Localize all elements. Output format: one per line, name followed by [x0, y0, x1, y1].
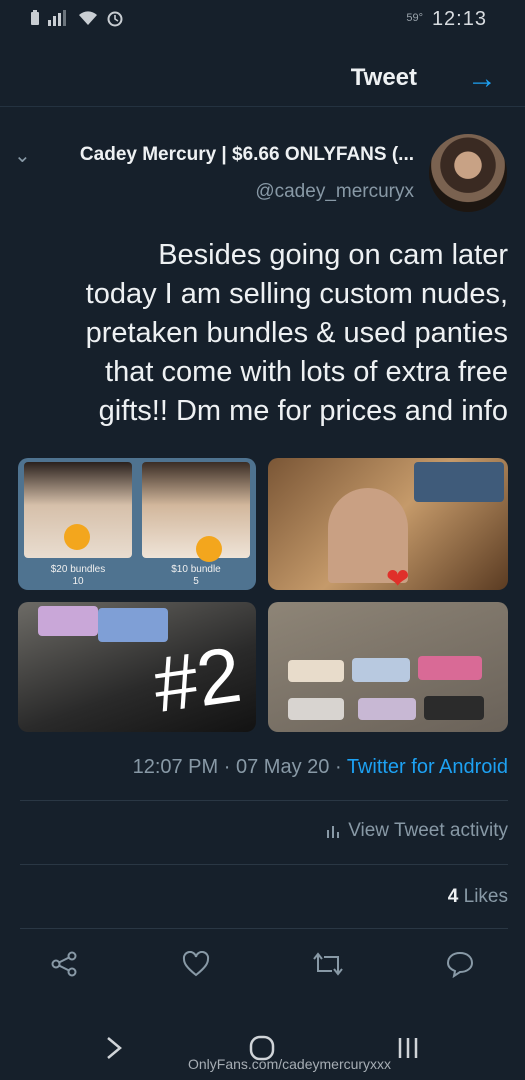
- media-panties-image-1[interactable]: #2: [18, 602, 256, 732]
- like-button[interactable]: [176, 944, 216, 984]
- tweet-line: that come with lots of extra free: [105, 356, 508, 388]
- fabric-item: [288, 698, 344, 720]
- tweet-line: Besides going on cam later: [158, 239, 508, 271]
- fire-sticker-icon: [196, 536, 222, 562]
- chevron-down-icon[interactable]: ⌄: [14, 143, 31, 168]
- tweet-meta: 12:07 PM · 07 May 20 · Twitter for Andro…: [20, 756, 508, 779]
- media-bundles-image[interactable]: $20 bundles 10 $10 bundle 5: [18, 458, 256, 590]
- tweet-time: 12:07 PM: [132, 756, 219, 778]
- bundle-label: $10 bundle: [171, 564, 221, 575]
- share-button[interactable]: [44, 944, 84, 984]
- likes-count: 4: [447, 886, 459, 907]
- heart-icon: [182, 951, 210, 977]
- likes-row[interactable]: 4 Likes: [20, 886, 508, 908]
- likes-label: Likes: [463, 886, 508, 907]
- page-title: Tweet: [350, 64, 417, 91]
- media-room-image[interactable]: ❤: [268, 458, 508, 590]
- battery-icon: [31, 10, 39, 25]
- reply-icon: [446, 951, 474, 978]
- nav-recents-button[interactable]: [388, 1028, 428, 1068]
- media-panties-image-2[interactable]: [268, 602, 508, 732]
- fabric-item: [424, 696, 484, 720]
- status-bar: 59° 12:13: [0, 0, 525, 36]
- avatar[interactable]: [429, 134, 507, 212]
- status-icons: [30, 9, 124, 27]
- back-arrow-icon[interactable]: →: [467, 62, 497, 96]
- fabric-item: [358, 698, 416, 720]
- heart-sticker-icon: ❤: [386, 563, 410, 590]
- tweet-source-link[interactable]: Twitter for Android: [347, 756, 508, 778]
- meta-separator: ·: [223, 756, 231, 778]
- bundle-count: 5: [193, 576, 199, 587]
- wifi-icon: [79, 11, 97, 25]
- reply-button[interactable]: [440, 944, 480, 984]
- alarm-icon: [107, 11, 123, 27]
- tweet-line: today I am selling custom nudes,: [85, 278, 508, 310]
- fire-sticker-icon: [64, 524, 90, 550]
- author-handle[interactable]: @cadey_mercuryx: [160, 181, 414, 203]
- tweet-date: 07 May 20: [235, 756, 330, 778]
- fabric-item: [352, 658, 410, 682]
- bundle-label: $20 bundles: [50, 564, 106, 575]
- fabric-item: [38, 606, 98, 636]
- tweet-line: gifts!! Dm me for prices and info: [98, 395, 508, 427]
- nav-back-button[interactable]: [94, 1028, 134, 1068]
- status-time: 12:13: [431, 8, 487, 30]
- hashtag-overlay: #2: [148, 630, 246, 726]
- meta-separator: ·: [334, 756, 342, 778]
- hashtag-text: #2: [148, 630, 246, 726]
- retweet-icon: [313, 952, 343, 976]
- retweet-button[interactable]: [308, 944, 348, 984]
- bundle-count: 10: [72, 576, 84, 587]
- fabric-item: [418, 656, 482, 680]
- tweet-text: Besides going on cam later today I am se…: [20, 236, 508, 431]
- divider: [20, 864, 508, 865]
- tweet-line: pretaken bundles & used panties: [85, 317, 508, 349]
- bar-chart-icon: [327, 825, 340, 838]
- view-activity-label: View Tweet activity: [348, 820, 508, 841]
- status-temperature: 59°: [406, 12, 423, 24]
- signal-icon: [48, 10, 66, 26]
- chevron-right-icon: [107, 1037, 122, 1059]
- view-activity-row[interactable]: View Tweet activity: [20, 820, 508, 842]
- share-icon: [51, 951, 77, 977]
- app-header: Tweet →: [0, 50, 525, 107]
- divider: [20, 928, 508, 929]
- watermark-text: OnlyFans.com/cadeymercuryxxx: [188, 1056, 392, 1072]
- recents-icon: [398, 1038, 418, 1058]
- divider: [20, 800, 508, 801]
- author-name[interactable]: Cadey Mercury | $6.66 ONLYFANS (...: [48, 144, 414, 166]
- fabric-item: [288, 660, 344, 682]
- wall-poster: [414, 462, 504, 502]
